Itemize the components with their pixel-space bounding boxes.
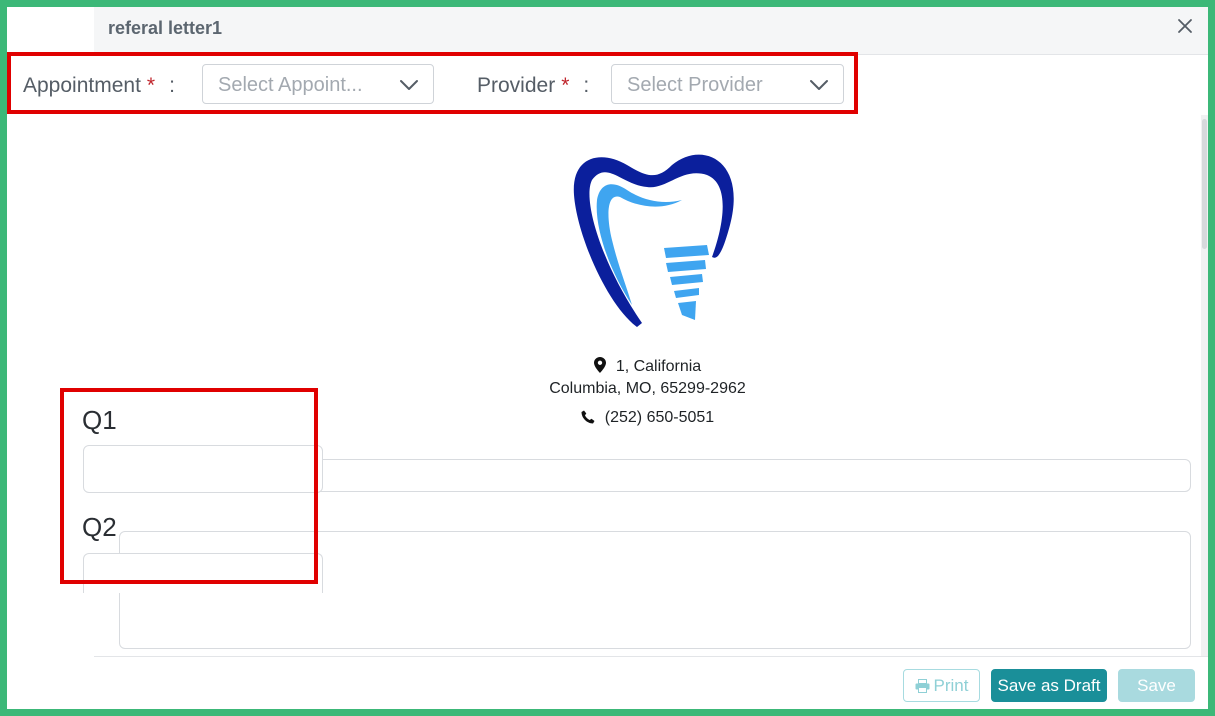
modal-title: referal letter1 (108, 18, 223, 38)
label-colon: : (169, 74, 175, 97)
required-mark: * (561, 74, 570, 97)
referral-letter-modal: referal letter1 Appointment *: Select App… (7, 7, 1208, 709)
q2-answer-field[interactable] (83, 553, 323, 593)
provider-select[interactable]: Select Provider (611, 64, 844, 104)
print-button-label: Print (933, 676, 969, 695)
save-as-draft-button[interactable]: Save as Draft (991, 669, 1107, 702)
chevron-down-icon (809, 76, 829, 94)
close-icon (1178, 19, 1192, 33)
required-mark: * (146, 74, 156, 97)
appointment-select[interactable]: Select Appoint... (202, 64, 434, 104)
appointment-label-text: Appointment (23, 74, 141, 97)
print-button[interactable]: Print (903, 669, 980, 702)
address-line2: Columbia, MO, 65299-2962 (549, 380, 746, 397)
label-colon: : (583, 74, 590, 97)
chevron-down-icon (399, 76, 419, 94)
appointment-select-placeholder: Select Appoint... (218, 74, 363, 96)
q2-label: Q2 (82, 512, 117, 542)
address-line1-text: 1, California (615, 358, 702, 375)
scrollbar[interactable] (1201, 115, 1208, 656)
printer-icon (915, 672, 930, 703)
map-pin-icon (593, 357, 606, 378)
phone-text: (252) 650-5051 (604, 409, 715, 426)
left-strip (7, 115, 94, 709)
phone-line: (252) 650-5051 (94, 409, 1201, 429)
dental-logo (573, 154, 734, 327)
phone-icon (581, 410, 595, 429)
address-line1: 1, California (94, 357, 1201, 378)
provider-label-text: Provider (477, 74, 556, 97)
modal-footer: Print Save as Draft Save (94, 656, 1208, 709)
provider-label: Provider *: (477, 74, 589, 98)
modal-header: referal letter1 (94, 7, 1208, 55)
provider-select-placeholder: Select Provider (627, 74, 763, 96)
save-button[interactable]: Save (1118, 669, 1195, 702)
q1-label: Q1 (82, 405, 117, 435)
close-button[interactable] (1174, 15, 1196, 37)
q1-answer-field[interactable] (83, 445, 323, 493)
scrollbar-thumb[interactable] (1202, 119, 1207, 249)
appointment-label: Appointment *: (23, 74, 175, 98)
selectors-row: Appointment *: Select Appoint... Provider… (7, 55, 1208, 116)
